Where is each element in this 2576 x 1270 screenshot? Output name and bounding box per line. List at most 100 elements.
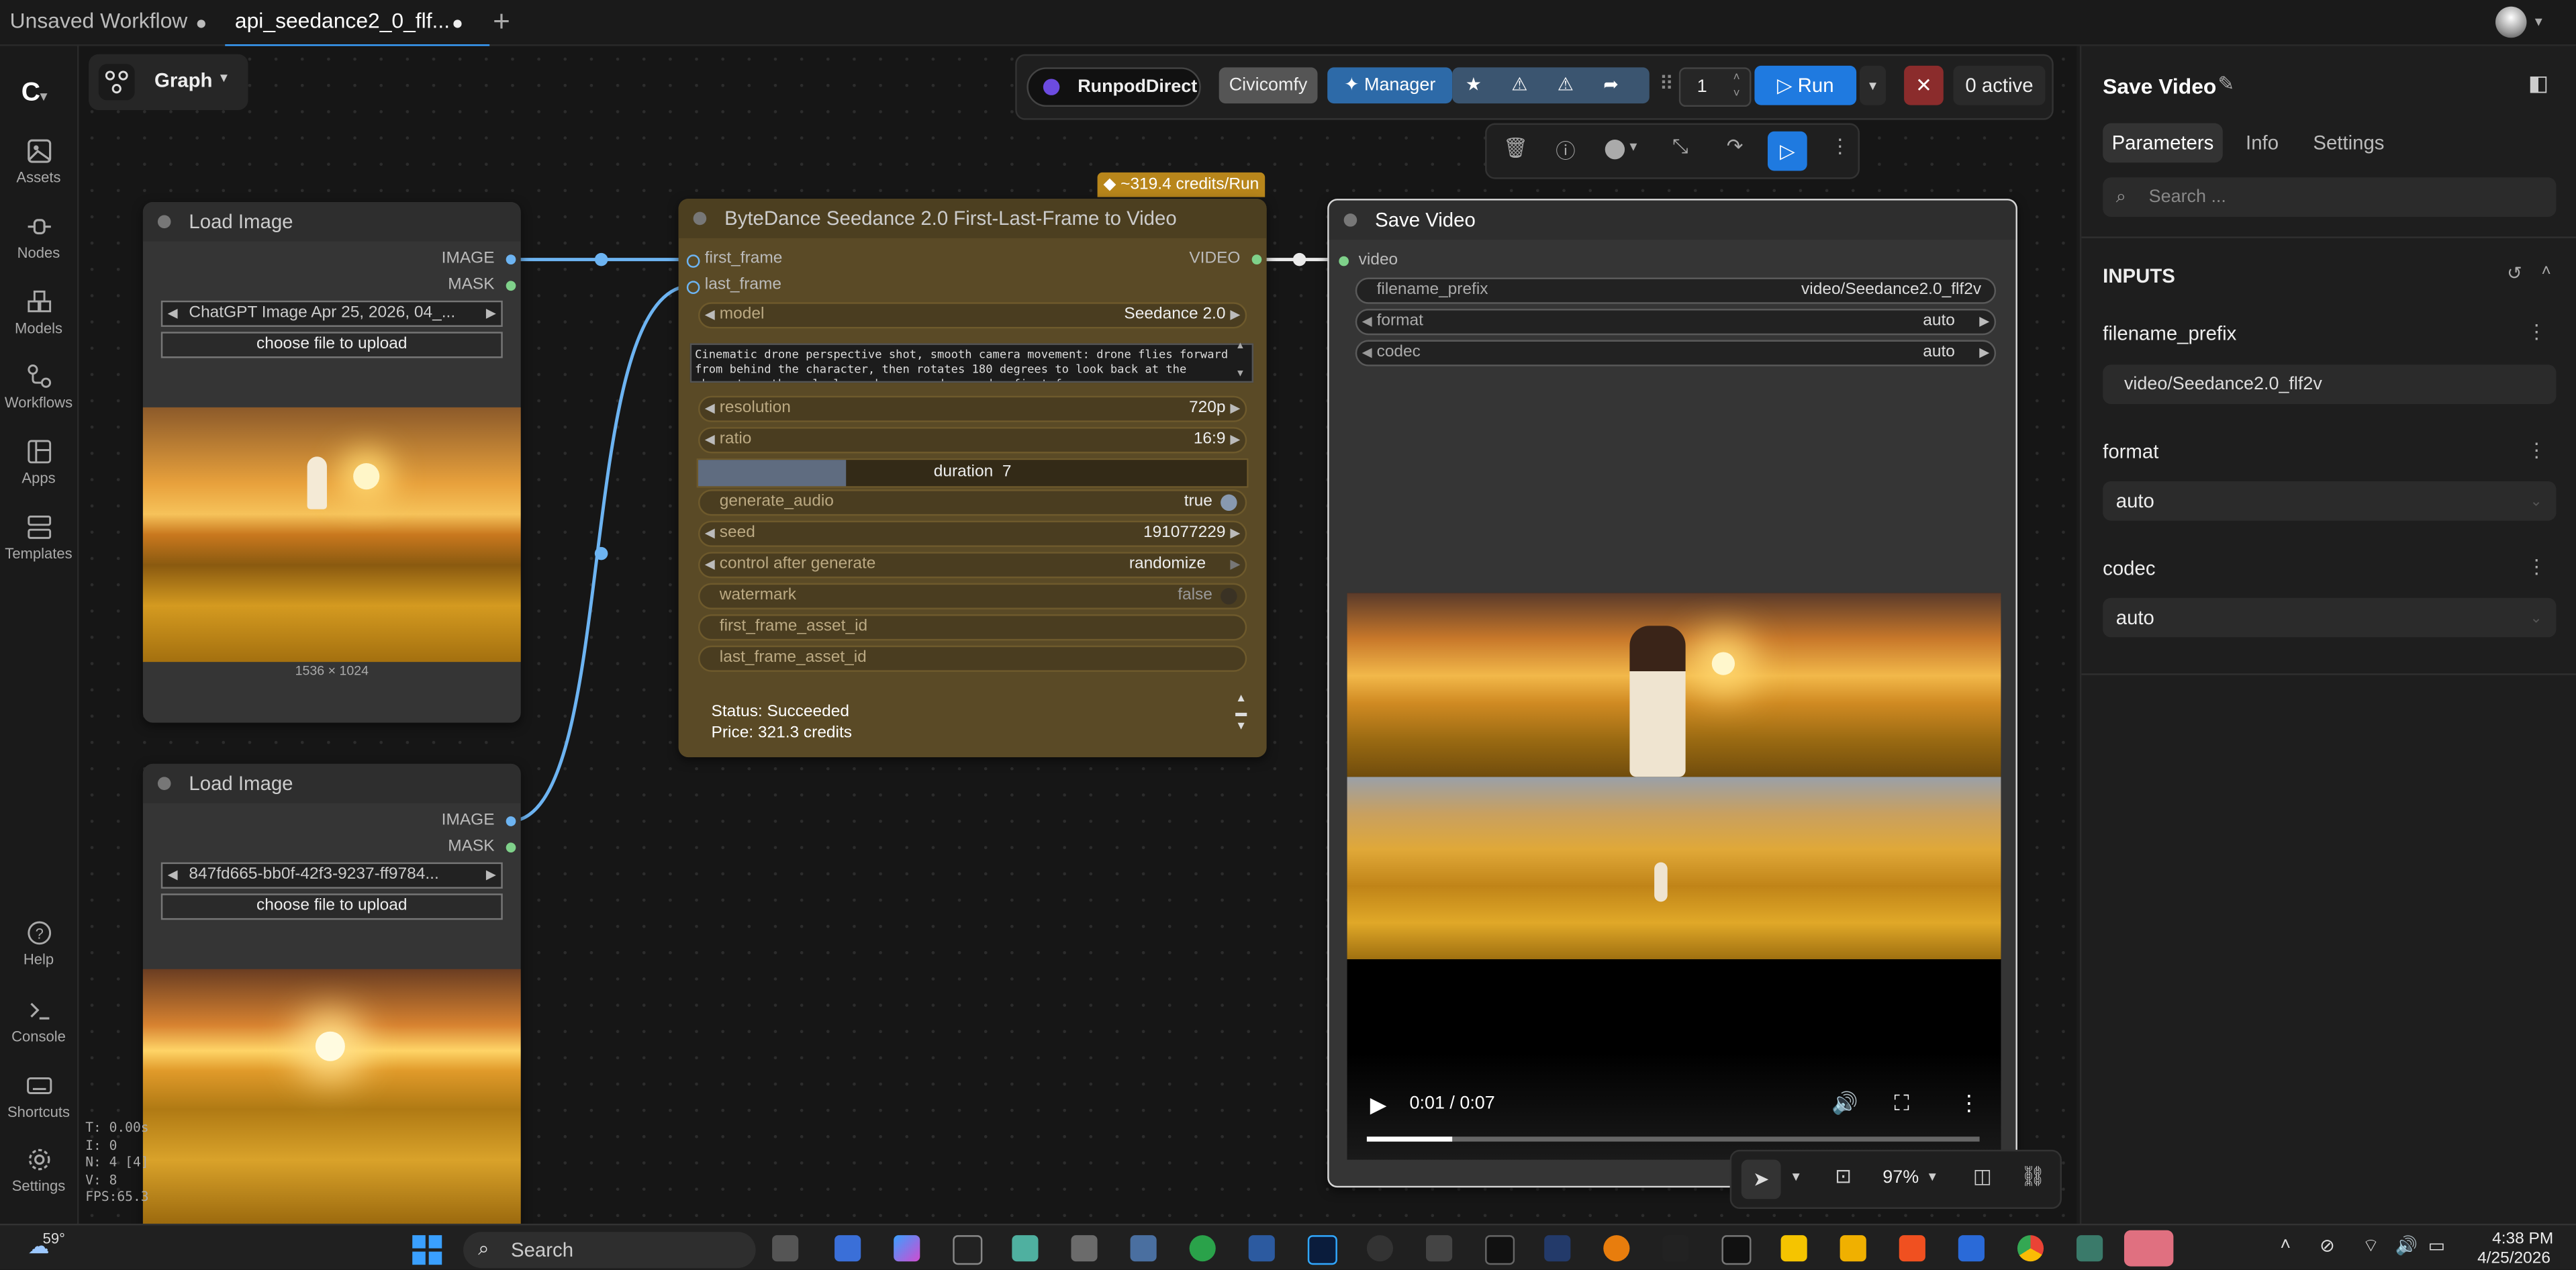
new-tab-plus-icon[interactable]: + bbox=[493, 5, 510, 39]
scroll-down-icon[interactable]: ▼ bbox=[1235, 721, 1247, 732]
windows-start-icon[interactable] bbox=[412, 1235, 442, 1265]
tab-settings[interactable]: Settings bbox=[2313, 132, 2384, 154]
model-combo[interactable]: ◀ model Seedance 2.0 ▶ bbox=[698, 302, 1247, 329]
graph-canvas[interactable]: Graph ▾ RunpodDirect Civicomfy ✦ Manager… bbox=[79, 46, 2077, 1224]
filename-prefix-field[interactable]: video/Seedance2.0_flf2v bbox=[2103, 364, 2557, 404]
chevron-down-icon[interactable]: ▾ bbox=[1793, 1168, 1800, 1186]
node-title[interactable]: Save Video bbox=[1329, 200, 2016, 240]
chrome-icon[interactable] bbox=[2017, 1235, 2044, 1262]
node-title[interactable]: ByteDance Seedance 2.0 First-Last-Frame … bbox=[678, 199, 1267, 238]
redo-icon[interactable]: ↷ bbox=[1727, 135, 1744, 158]
arrow-right-icon[interactable]: ▶ bbox=[1979, 310, 1989, 333]
zoom-level[interactable]: 97% bbox=[1882, 1168, 1919, 1187]
arrow-left-icon[interactable]: ◀ bbox=[1362, 342, 1372, 364]
collapse-dot-icon[interactable] bbox=[157, 215, 171, 229]
more-vertical-icon[interactable]: ⋮ bbox=[1830, 135, 1850, 158]
codec-combo[interactable]: ◀ codec auto ▶ bbox=[1355, 340, 1997, 367]
upload-button[interactable]: choose file to upload bbox=[160, 893, 503, 920]
share-icon[interactable]: ➦ bbox=[1603, 67, 1619, 103]
scroll-down-icon[interactable]: ▼ bbox=[1235, 370, 1245, 380]
active-queue-button[interactable]: 0 active bbox=[1953, 65, 2046, 105]
arrow-right-icon[interactable]: ▶ bbox=[1230, 304, 1240, 327]
arrow-left-icon[interactable]: ◀ bbox=[705, 554, 715, 577]
info-icon[interactable]: ⓘ bbox=[1556, 136, 1575, 164]
hide-links-icon[interactable]: ⛓ bbox=[2021, 1165, 2046, 1187]
codec-select[interactable]: auto ⌄ bbox=[2103, 597, 2557, 638]
runpod-button[interactable]: RunpodDirect bbox=[1027, 67, 1201, 107]
copilot-icon[interactable] bbox=[894, 1235, 920, 1262]
resolution-combo[interactable]: ◀ resolution 720p ▶ bbox=[698, 395, 1247, 422]
more-vertical-icon[interactable]: ⋮ bbox=[2526, 438, 2546, 461]
load-image-node-1[interactable]: Load Image IMAGE MASK ◀ ChatGPT Image Ap… bbox=[142, 201, 521, 723]
app-icon[interactable] bbox=[1780, 1235, 1807, 1262]
panel-toggle-icon[interactable]: ◧ bbox=[2528, 70, 2548, 97]
sidebar-item-apps[interactable]: Apps bbox=[0, 438, 77, 486]
sidebar-item-assets[interactable]: Assets bbox=[0, 138, 77, 186]
sidebar-item-models[interactable]: Models bbox=[0, 289, 77, 337]
more-vertical-icon[interactable]: ⋮ bbox=[2526, 555, 2546, 578]
execute-selected-play-icon[interactable]: ▷ bbox=[1767, 131, 1807, 171]
video-progress-track[interactable] bbox=[1366, 1136, 1980, 1142]
star-icon[interactable]: ★ bbox=[1466, 67, 1482, 103]
arrow-right-icon[interactable]: ▶ bbox=[1230, 429, 1240, 452]
sidebar-item-nodes[interactable]: Nodes bbox=[0, 213, 77, 261]
app-icon[interactable] bbox=[772, 1235, 799, 1262]
reset-icon[interactable]: ↺ bbox=[2507, 263, 2522, 284]
stepper-down-icon[interactable]: ˅ bbox=[1733, 77, 1740, 113]
chevron-down-icon[interactable]: ▾ bbox=[1629, 138, 1637, 156]
unity-icon[interactable] bbox=[1425, 1235, 1453, 1262]
triangle-icon[interactable]: ⚠ bbox=[1511, 67, 1527, 103]
meta-icon[interactable] bbox=[2124, 1230, 2174, 1267]
arrow-left-icon[interactable]: ◀ bbox=[168, 864, 178, 887]
sidebar-item-console[interactable]: Console bbox=[0, 997, 77, 1044]
app-icon[interactable] bbox=[1012, 1235, 1039, 1262]
output-mask-slot[interactable] bbox=[506, 842, 516, 852]
generate-audio-toggle[interactable]: generate_audio true bbox=[698, 489, 1247, 516]
tab-api-seedance[interactable]: api_seedance2_0_flf... bbox=[225, 0, 490, 46]
scroll-bar-icon[interactable]: ▬ bbox=[1235, 708, 1247, 720]
brave-icon[interactable] bbox=[1899, 1235, 1925, 1262]
input-last-frame-slot[interactable] bbox=[686, 281, 700, 295]
stop-close-icon[interactable]: ✕ bbox=[1904, 65, 1944, 105]
arrow-left-icon[interactable]: ◀ bbox=[705, 397, 715, 420]
node-title[interactable]: Load Image bbox=[142, 201, 521, 242]
capcut-icon[interactable] bbox=[1662, 1235, 1689, 1262]
volume-icon[interactable]: 🔊 bbox=[1831, 1091, 1858, 1117]
arrow-left-icon[interactable]: ◀ bbox=[168, 302, 178, 325]
seed-number[interactable]: ◀ seed 191077229 ▶ bbox=[698, 520, 1247, 547]
fullscreen-icon[interactable]: ⛶ bbox=[1894, 1091, 1909, 1117]
comfy-logo-icon[interactable]: C▾ bbox=[21, 79, 47, 108]
tab-info[interactable]: Info bbox=[2246, 132, 2279, 154]
pointer-icon[interactable]: ➤ bbox=[1741, 1159, 1781, 1200]
output-image-slot[interactable] bbox=[506, 816, 516, 826]
arrow-left-icon[interactable]: ◀ bbox=[705, 304, 715, 327]
tab-parameters[interactable]: Parameters bbox=[2103, 123, 2223, 163]
clock-time[interactable]: 4:38 PM bbox=[2492, 1230, 2553, 1249]
manager-button[interactable]: ✦ Manager bbox=[1327, 67, 1453, 104]
arrow-left-icon[interactable]: ◀ bbox=[705, 429, 715, 452]
app-icon[interactable] bbox=[1958, 1235, 1985, 1262]
watermark-toggle[interactable]: watermark false bbox=[698, 583, 1247, 609]
scroll-up-icon[interactable]: ▲ bbox=[1235, 342, 1245, 352]
arrow-right-icon[interactable]: ▶ bbox=[1230, 554, 1240, 577]
epic-games-icon[interactable] bbox=[1721, 1235, 1752, 1265]
video-player[interactable]: ▶ 0:01 / 0:07 🔊 ⛶ ⋮ bbox=[1347, 593, 2001, 1160]
ratio-combo[interactable]: ◀ ratio 16:9 ▶ bbox=[698, 427, 1247, 454]
steam-icon[interactable] bbox=[1366, 1235, 1394, 1262]
upload-button[interactable]: choose file to upload bbox=[160, 332, 503, 358]
image-file-select[interactable]: ◀ ChatGPT Image Apr 25, 2026, 04_... ▶ bbox=[160, 300, 503, 327]
collapse-icon[interactable]: ⤡ bbox=[1672, 135, 1688, 160]
image-file-select[interactable]: ◀ 847fd665-bb0f-42f3-9237-ff9784... ▶ bbox=[160, 862, 503, 889]
blender-icon[interactable] bbox=[1603, 1235, 1630, 1262]
sidebar-item-templates[interactable]: Templates bbox=[0, 514, 77, 562]
first-frame-asset-input[interactable]: first_frame_asset_id bbox=[698, 614, 1247, 641]
chevron-up-icon[interactable]: ˄ bbox=[2542, 263, 2551, 281]
notepad-icon[interactable] bbox=[1248, 1235, 1275, 1262]
color-picker-icon[interactable] bbox=[1605, 139, 1625, 160]
output-mask-slot[interactable] bbox=[506, 281, 516, 291]
photoshop-icon[interactable] bbox=[1307, 1235, 1337, 1265]
more-vertical-icon[interactable]: ⋮ bbox=[1958, 1091, 1980, 1117]
graph-menu[interactable]: Graph ▾ bbox=[89, 54, 248, 110]
output-image-slot[interactable] bbox=[506, 254, 516, 264]
taskbar-search[interactable]: ⌕ Search bbox=[463, 1232, 756, 1269]
